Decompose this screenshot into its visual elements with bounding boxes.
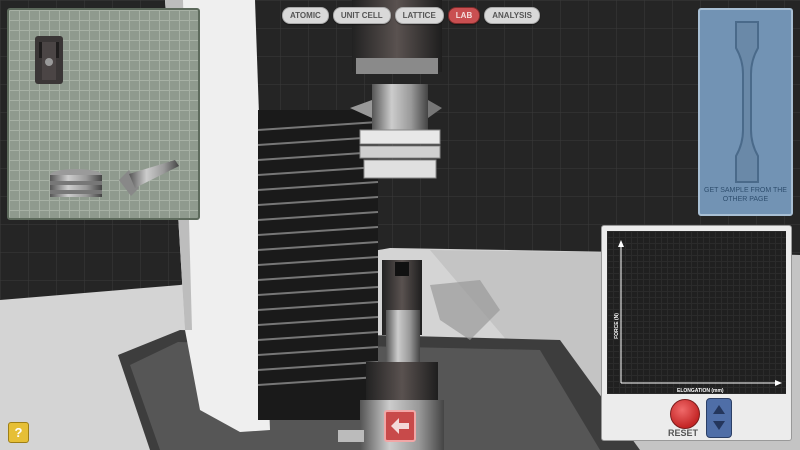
- force-elongation-graph-panel: FORCE (N) ELONGATION (mm) RESET: [601, 225, 792, 441]
- x-axis: [621, 380, 782, 386]
- tab-unit-cell[interactable]: UNIT CELL: [332, 7, 391, 24]
- sample-panel[interactable]: GET SAMPLE FROM THE OTHER PAGE: [698, 8, 793, 216]
- top-nav-tabs: ATOMIC UNIT CELL LATTICE LAB ANALYSIS: [282, 7, 540, 24]
- upper-grip: [372, 84, 428, 130]
- arrow-left-icon: [391, 418, 409, 434]
- tab-lattice[interactable]: LATTICE: [394, 7, 444, 24]
- grip-insert-part[interactable]: [31, 32, 67, 88]
- pin-part[interactable]: [117, 158, 181, 200]
- y-axis: [618, 240, 624, 383]
- x-axis-label: ELONGATION (mm): [677, 388, 724, 394]
- graph-plot-area: FORCE (N) ELONGATION (mm): [607, 231, 786, 394]
- tab-atomic[interactable]: ATOMIC: [282, 7, 329, 24]
- tab-analysis[interactable]: ANALYSIS: [484, 7, 540, 24]
- parts-tray: [7, 8, 200, 220]
- stepper-down-icon[interactable]: [713, 421, 725, 430]
- reset-button[interactable]: [670, 399, 700, 429]
- reset-label: RESET: [668, 428, 699, 438]
- tensile-sample-outline-icon: [735, 21, 759, 183]
- tab-lab[interactable]: LAB: [447, 7, 481, 24]
- y-axis-label: FORCE (N): [613, 313, 620, 339]
- up-down-stepper[interactable]: [706, 398, 732, 438]
- collar-part[interactable]: [47, 168, 105, 202]
- sample-instruction: GET SAMPLE FROM THE OTHER PAGE: [704, 187, 787, 203]
- back-button[interactable]: [384, 410, 416, 442]
- help-button[interactable]: ?: [8, 422, 29, 443]
- stepper-up-icon[interactable]: [713, 405, 725, 414]
